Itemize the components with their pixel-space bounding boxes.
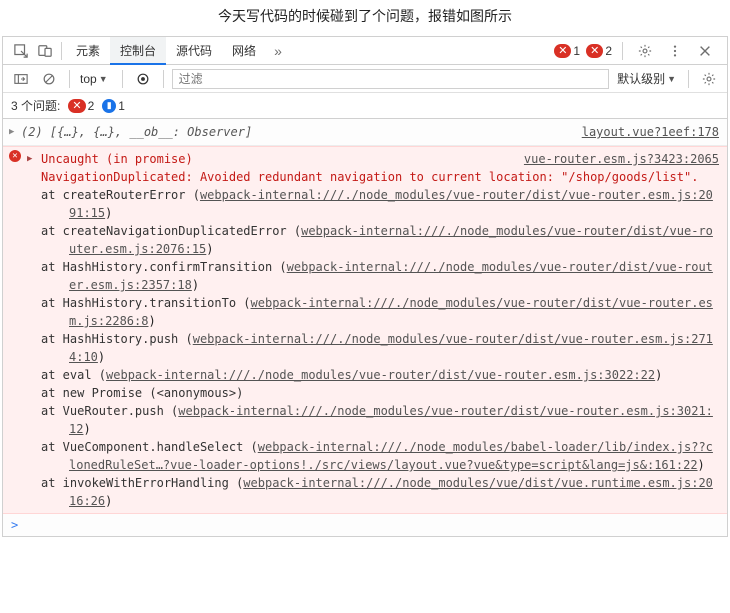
- issues-error-count: 2: [88, 99, 95, 113]
- error-source-link[interactable]: vue-router.esm.js?3423:2065: [524, 150, 719, 168]
- devtools-tabbar: 元素 控制台 源代码 网络 » ✕ 1 ✕ 2: [3, 37, 727, 65]
- separator: [122, 70, 123, 88]
- chevron-down-icon: ▼: [99, 74, 108, 84]
- error-entry[interactable]: ✕ ▶ Uncaught (in promise) vue-router.esm…: [3, 146, 727, 514]
- error-dot-icon: ✕: [554, 44, 571, 58]
- tabbar-right: ✕ 1 ✕ 2: [554, 39, 721, 63]
- error-message: NavigationDuplicated: Avoided redundant …: [41, 168, 719, 186]
- filter-input[interactable]: [172, 69, 609, 89]
- issues-bar: 3 个问题: ✕ 2 ▮ 1: [3, 93, 727, 119]
- device-toggle-icon[interactable]: [33, 39, 57, 63]
- stack-frame: at VueComponent.handleSelect (webpack-in…: [41, 438, 719, 474]
- stack-close: ): [206, 242, 213, 256]
- stack-close: ): [148, 314, 155, 328]
- separator: [69, 70, 70, 88]
- stack-frame: at createNavigationDuplicatedError (webp…: [41, 222, 719, 258]
- log-source-link[interactable]: layout.vue?1eef:178: [582, 123, 719, 141]
- more-tabs-icon[interactable]: »: [266, 39, 290, 63]
- stack-close: ): [655, 368, 662, 382]
- error-title: Uncaught (in promise): [41, 150, 193, 168]
- stack-frame: at HashHistory.transitionTo (webpack-int…: [41, 294, 719, 330]
- level-label: 默认级别: [617, 70, 665, 87]
- console-prompt[interactable]: >: [3, 514, 727, 536]
- clear-console-icon[interactable]: [37, 67, 61, 91]
- close-icon[interactable]: [693, 39, 717, 63]
- error-count: 1: [573, 44, 580, 58]
- stack-frame: at VueRouter.push (webpack-internal:///.…: [41, 402, 719, 438]
- stack-frame: at HashHistory.push (webpack-internal://…: [41, 330, 719, 366]
- stack-at: at new Promise (<anonymous>): [41, 386, 243, 400]
- inspect-icon[interactable]: [9, 39, 33, 63]
- issues-label: 3 个问题:: [11, 97, 60, 114]
- tab-console[interactable]: 控制台: [110, 37, 166, 65]
- stack-at: at invokeWithErrorHandling (: [41, 476, 243, 490]
- tab-elements[interactable]: 元素: [66, 37, 110, 65]
- context-selector[interactable]: top ▼: [78, 69, 114, 89]
- stack-close: ): [698, 458, 705, 472]
- stack-at: at eval (: [41, 368, 106, 382]
- error-badge[interactable]: ✕ 1: [554, 44, 580, 58]
- console-toolbar: top ▼ 默认级别 ▼: [3, 65, 727, 93]
- tab-sources[interactable]: 源代码: [166, 37, 222, 65]
- stack-at: at VueRouter.push (: [41, 404, 178, 418]
- separator: [688, 70, 689, 88]
- error-icon: ✕: [9, 150, 21, 162]
- disclosure-triangle-icon[interactable]: ▶: [9, 123, 14, 141]
- stack-at: at HashHistory.transitionTo (: [41, 296, 251, 310]
- chevron-down-icon: ▼: [667, 74, 676, 84]
- issues-info-count: 1: [118, 99, 125, 113]
- stack-at: at createNavigationDuplicatedError (: [41, 224, 301, 238]
- issues-info-badge[interactable]: ▮ 1: [102, 99, 125, 113]
- stack-frame: at new Promise (<anonymous>): [41, 384, 719, 402]
- stack-frame: at invokeWithErrorHandling (webpack-inte…: [41, 474, 719, 510]
- stack-link[interactable]: webpack-internal:///./node_modules/vue-r…: [106, 368, 655, 382]
- info-dot-icon: ▮: [102, 99, 116, 113]
- stack-close: ): [98, 350, 105, 364]
- error-header: Uncaught (in promise) vue-router.esm.js?…: [41, 150, 719, 168]
- stack-at: at HashHistory.confirmTransition (: [41, 260, 287, 274]
- separator: [163, 70, 164, 88]
- stack-at: at createRouterError (: [41, 188, 200, 202]
- stack-close: ): [83, 422, 90, 436]
- stack-at: at VueComponent.handleSelect (: [41, 440, 258, 454]
- separator: [61, 42, 62, 60]
- settings-icon[interactable]: [633, 39, 657, 63]
- log-text: (2) [{…}, {…}, __ob__: Observer]: [21, 123, 252, 141]
- issues-error-badge[interactable]: ✕ 2: [68, 99, 94, 113]
- warn-badge[interactable]: ✕ 2: [586, 44, 612, 58]
- disclosure-triangle-icon[interactable]: ▶: [27, 150, 32, 168]
- stack-frame: at eval (webpack-internal:///./node_modu…: [41, 366, 719, 384]
- log-entry[interactable]: ▶ (2) [{…}, {…}, __ob__: Observer] layou…: [3, 119, 727, 146]
- level-selector[interactable]: 默认级别 ▼: [613, 69, 680, 89]
- warn-dot-icon: ✕: [586, 44, 603, 58]
- stack-close: ): [192, 278, 199, 292]
- kebab-menu-icon[interactable]: [663, 39, 687, 63]
- stack-close: ): [105, 206, 112, 220]
- error-stack: at createRouterError ( webpack-internal:/…: [41, 186, 719, 510]
- separator: [622, 42, 623, 60]
- context-value: top: [80, 72, 97, 86]
- error-dot-icon: ✕: [68, 99, 85, 113]
- console-body: ▶ (2) [{…}, {…}, __ob__: Observer] layou…: [3, 119, 727, 536]
- console-settings-icon[interactable]: [697, 67, 721, 91]
- stack-frame: at HashHistory.confirmTransition (webpac…: [41, 258, 719, 294]
- sidebar-toggle-icon[interactable]: [9, 67, 33, 91]
- live-expression-icon[interactable]: [131, 67, 155, 91]
- stack-frame: at createRouterError (webpack-internal:/…: [41, 186, 719, 222]
- page-heading: 今天写代码的时候碰到了个问题，报错如图所示: [0, 0, 730, 34]
- stack-at: at HashHistory.push (: [41, 332, 193, 346]
- tab-network[interactable]: 网络: [222, 37, 266, 65]
- devtools-panel: 元素 控制台 源代码 网络 » ✕ 1 ✕ 2: [2, 36, 728, 537]
- stack-close: ): [105, 494, 112, 508]
- warn-count: 2: [605, 44, 612, 58]
